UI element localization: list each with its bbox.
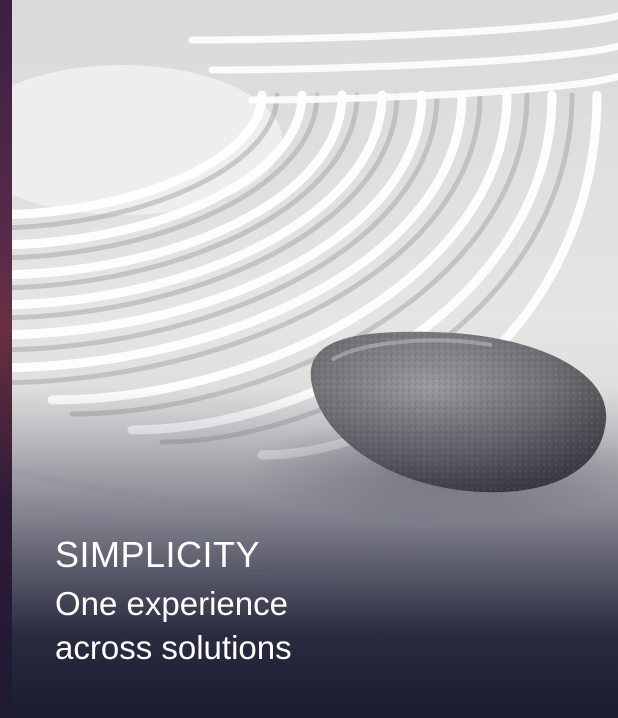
hero-caption: SIMPLICITY One experience across solutio… [55,532,385,670]
left-edge-strip [0,0,12,718]
page: SIMPLICITY One experience across solutio… [0,0,618,718]
hero-subheading: One experience across solutions [55,585,292,666]
hero-banner: SIMPLICITY One experience across solutio… [12,0,618,718]
hero-heading: SIMPLICITY [55,534,261,575]
